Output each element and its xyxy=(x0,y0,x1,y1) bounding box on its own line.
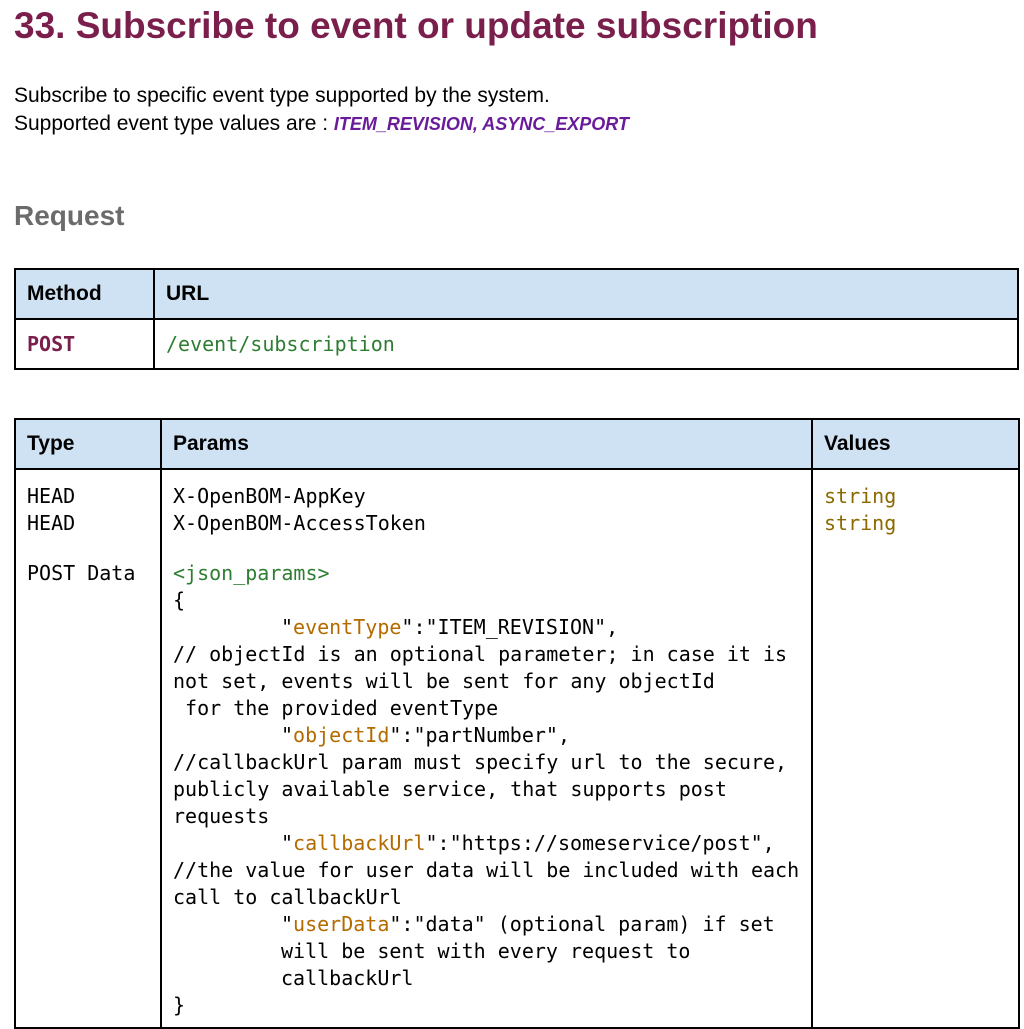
json-key-user-data: userData xyxy=(293,912,390,936)
value-cell: string xyxy=(824,511,897,535)
json-object-id-line: "objectId":"partNumber", xyxy=(173,722,800,749)
params-table-row: HEAD HEAD POST Data X-OpenBOM-AppKey X-O… xyxy=(14,468,1020,1029)
value-cell: string xyxy=(824,484,897,508)
json-value-object-id: ":"partNumber", xyxy=(389,723,570,747)
method-header: Method xyxy=(14,268,155,320)
json-value-callback-url: ":"https://someservice/post", xyxy=(425,831,775,855)
json-close-brace: } xyxy=(173,993,186,1017)
json-key-callback-url: callbackUrl xyxy=(293,831,426,855)
type-cell: HEAD xyxy=(27,511,76,535)
url-header: URL xyxy=(153,268,1019,320)
json-key-object-id: objectId xyxy=(293,723,390,747)
values-column: string string xyxy=(811,468,1020,1029)
method-table: Method URL POST /event/subscription xyxy=(14,268,1019,370)
method-value: POST xyxy=(14,318,155,370)
intro-line-2: Supported event type values are : ITEM_R… xyxy=(14,110,629,138)
comment-object-id: // objectId is an optional parameter; in… xyxy=(173,642,800,693)
json-user-data-line: "userData":"data" (optional param) if se… xyxy=(173,911,800,992)
url-value: /event/subscription xyxy=(153,318,1019,370)
params-table: Type Params Values HEAD HEAD POST Data X… xyxy=(14,418,1020,1029)
type-cell: HEAD xyxy=(27,484,76,508)
intro-line-2-prefix: Supported event type values are : xyxy=(14,112,334,135)
event-type-values: ITEM_REVISION, ASYNC_EXPORT xyxy=(333,114,629,134)
comment-callback-url: //callbackUrl param must specify url to … xyxy=(173,750,800,828)
comment-user-data: //the value for user data will be includ… xyxy=(173,858,812,909)
page-title: 33. Subscribe to event or update subscri… xyxy=(14,5,818,46)
comment-object-id-cont: for the provided eventType xyxy=(173,696,499,720)
method-table-row: POST /event/subscription xyxy=(14,318,1019,370)
json-callback-url-line: "callbackUrl":"https://someservice/post"… xyxy=(173,830,800,857)
params-header: Params xyxy=(160,418,813,470)
quote: " xyxy=(281,831,294,855)
request-heading: Request xyxy=(14,200,125,231)
quote: " xyxy=(281,615,294,639)
intro-line-1: Subscribe to specific event type support… xyxy=(14,84,550,107)
json-open-brace: { xyxy=(173,588,186,612)
params-table-header: Type Params Values xyxy=(14,418,1020,470)
json-params-label: <json_params> xyxy=(173,561,330,585)
type-cell-post-data: POST Data xyxy=(27,561,136,585)
type-header: Type xyxy=(14,418,162,470)
param-cell: X-OpenBOM-AccessToken xyxy=(173,511,426,535)
intro-text: Subscribe to specific event type support… xyxy=(14,82,629,138)
quote: " xyxy=(281,912,294,936)
json-key-event-type: eventType xyxy=(293,615,402,639)
params-column: X-OpenBOM-AppKey X-OpenBOM-AccessToken <… xyxy=(160,468,813,1029)
method-table-header: Method URL xyxy=(14,268,1019,320)
json-value-event-type: ":"ITEM_REVISION", xyxy=(401,615,619,639)
quote: " xyxy=(281,723,294,747)
values-header: Values xyxy=(811,418,1020,470)
param-cell: X-OpenBOM-AppKey xyxy=(173,484,366,508)
json-event-type-line: "eventType":"ITEM_REVISION", xyxy=(173,614,800,641)
type-column: HEAD HEAD POST Data xyxy=(14,468,162,1029)
